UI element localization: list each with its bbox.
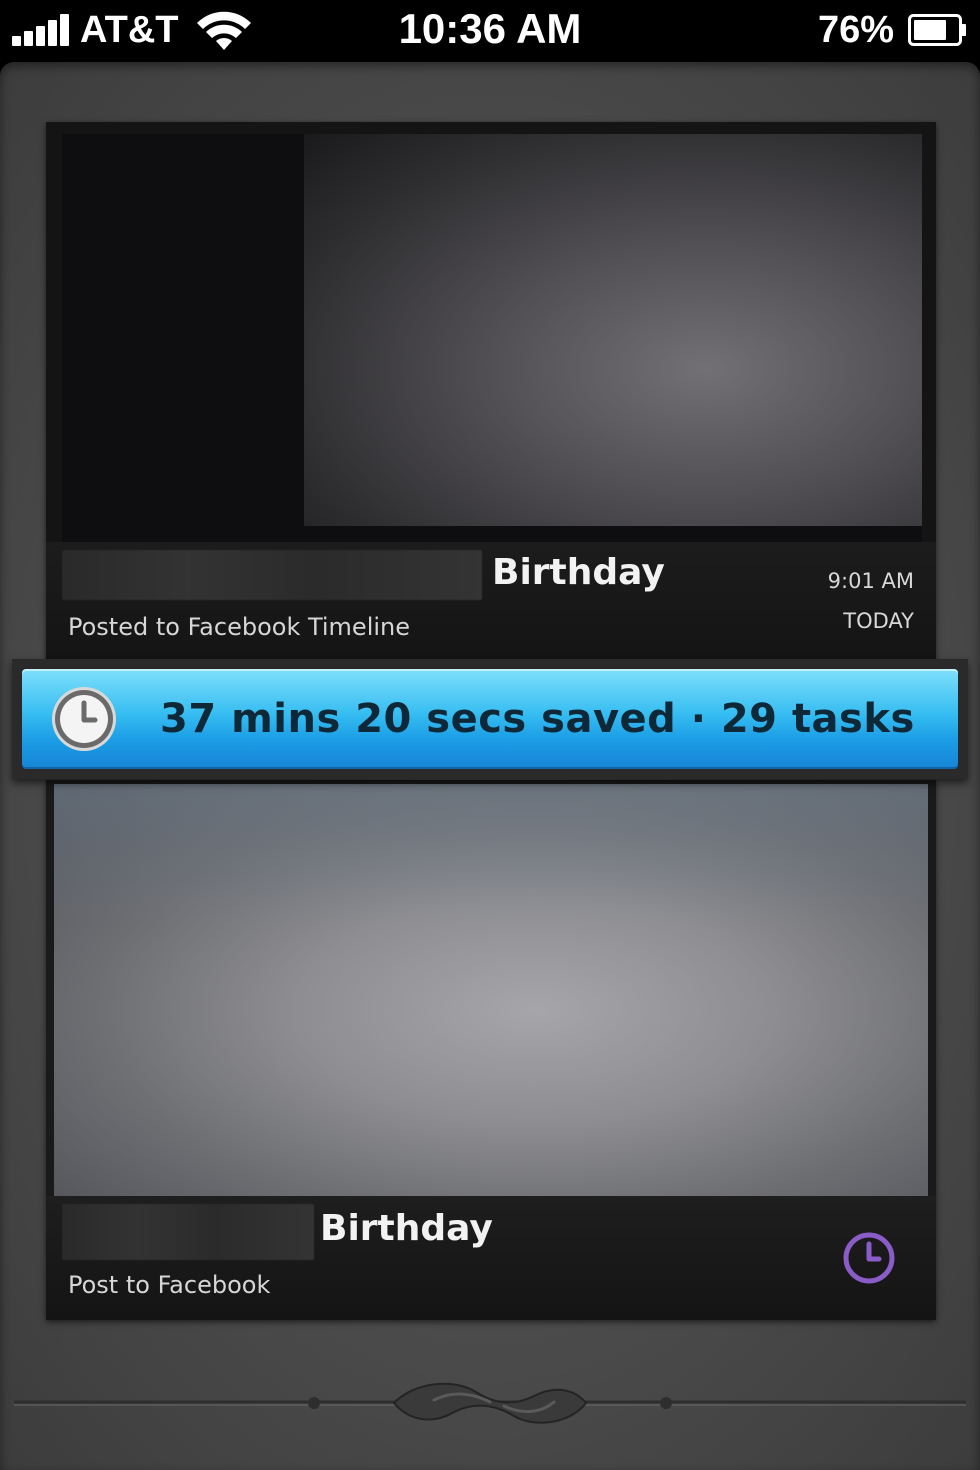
- card-day: TODAY: [843, 609, 914, 633]
- scheduled-clock-icon[interactable]: [842, 1231, 896, 1285]
- card-time: 9:01 AM: [827, 569, 914, 593]
- decorative-flourish: [14, 1382, 966, 1424]
- redacted-name: [62, 1204, 314, 1260]
- clock-icon: [52, 687, 116, 751]
- card-title: Birthday: [492, 552, 665, 593]
- app-screen: AT&T 10:36 AM 76% Birthday Posted to Fac…: [0, 0, 980, 1470]
- status-bar: AT&T 10:36 AM 76%: [0, 0, 980, 60]
- card-subtitle: Post to Facebook: [68, 1271, 271, 1299]
- card-info-bar: Birthday Posted to Facebook Timeline 9:0…: [46, 542, 936, 662]
- card-title: Birthday: [320, 1208, 493, 1249]
- battery-icon: [908, 14, 966, 46]
- redacted-name: [62, 550, 482, 600]
- time-saved-banner-frame: 37 mins 20 secs saved · 29 tasks: [12, 659, 968, 779]
- battery-percentage: 76%: [817, 9, 894, 51]
- time-saved-banner[interactable]: 37 mins 20 secs saved · 29 tasks: [22, 669, 958, 769]
- task-card-scheduled[interactable]: Birthday Post to Facebook: [46, 780, 936, 1320]
- card-subtitle: Posted to Facebook Timeline: [68, 613, 411, 641]
- task-card-completed[interactable]: Birthday Posted to Facebook Timeline 9:0…: [46, 122, 936, 666]
- time-saved-text: 37 mins 20 secs saved · 29 tasks: [160, 696, 915, 742]
- card-info-bar: Birthday Post to Facebook: [46, 1196, 936, 1320]
- card-photo: [304, 134, 922, 526]
